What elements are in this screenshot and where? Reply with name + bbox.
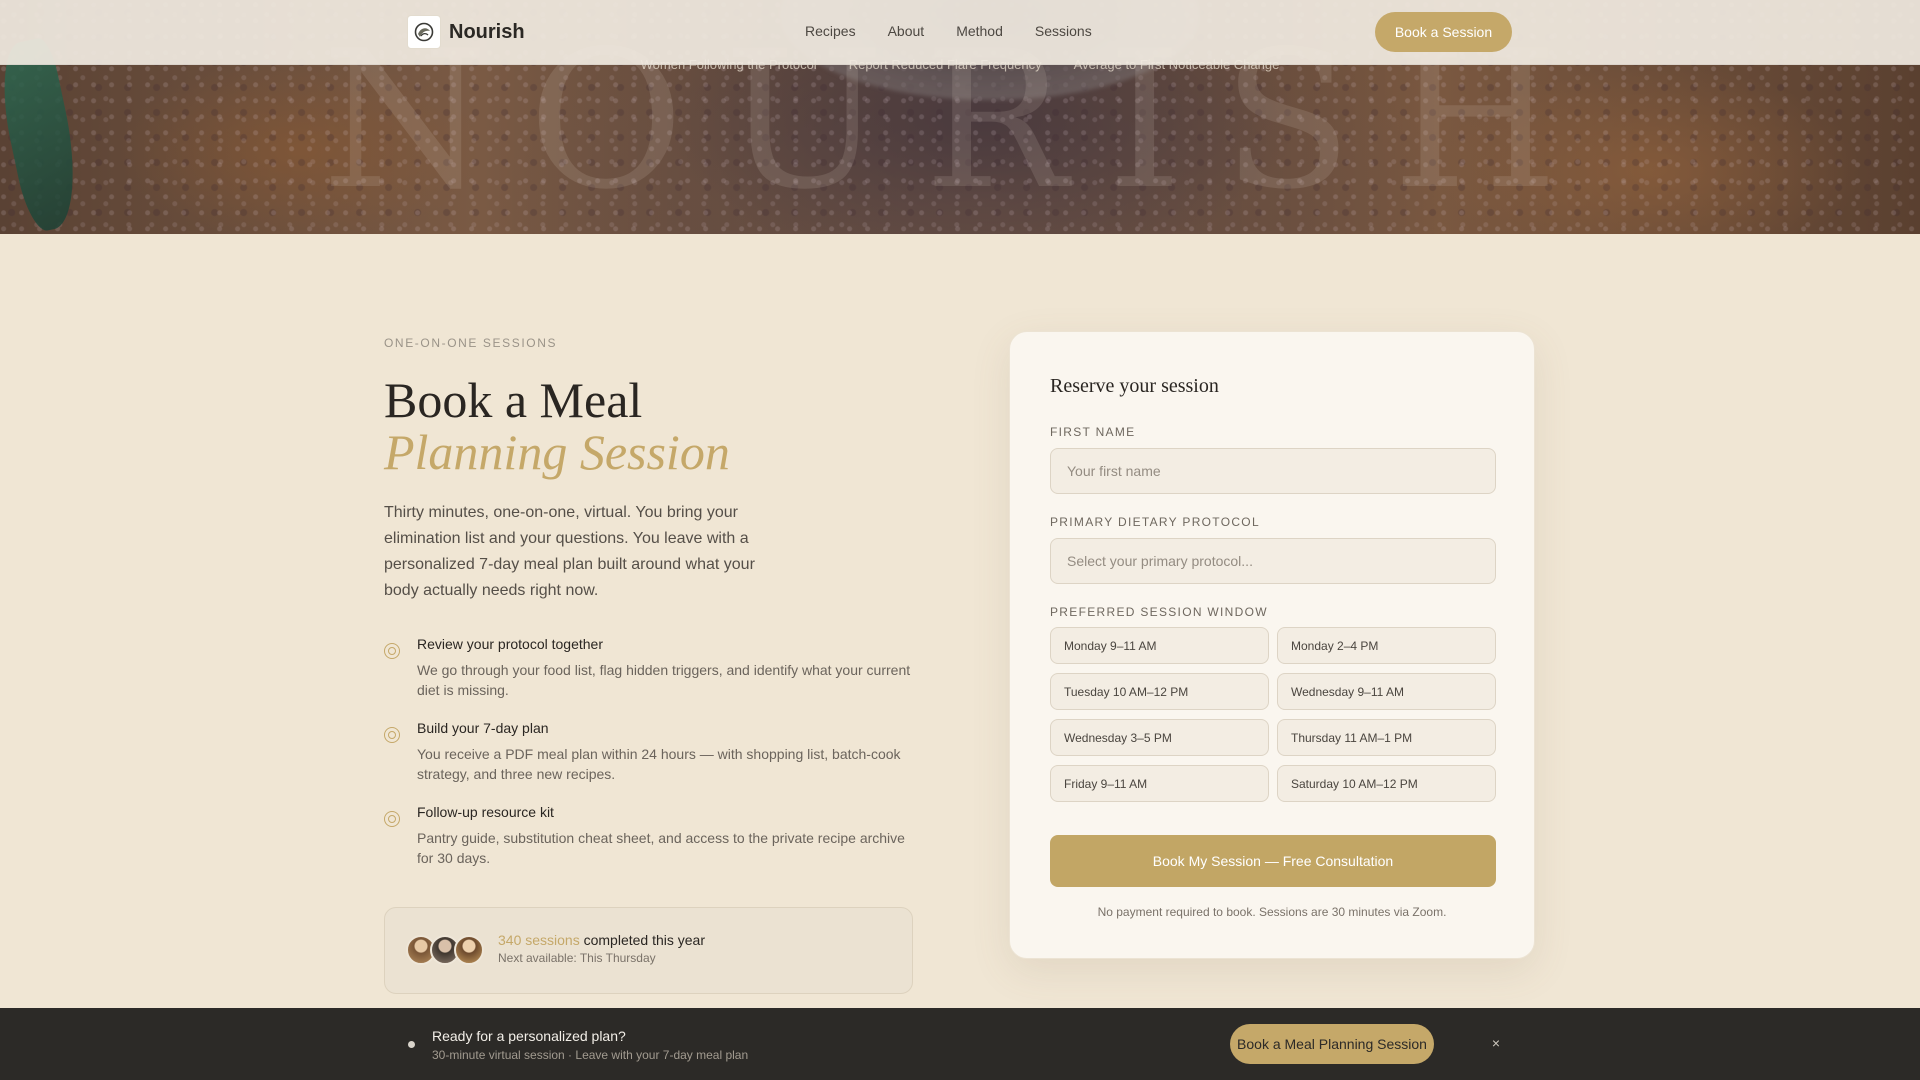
feature-title: Review your protocol together bbox=[417, 636, 603, 652]
reservation-form: Reserve your session FIRST NAME PRIMARY … bbox=[1009, 331, 1535, 959]
session-slot[interactable]: Friday 9–11 AM bbox=[1050, 765, 1269, 802]
feature-description: Pantry guide, substitution cheat sheet, … bbox=[417, 830, 905, 866]
leaf-swirl-icon bbox=[407, 15, 441, 49]
cta-bar-title: Ready for a personalized plan? bbox=[432, 1028, 626, 1044]
next-available: Next available: This Thursday bbox=[498, 951, 656, 965]
nav-sessions[interactable]: Sessions bbox=[1035, 23, 1092, 39]
session-slot[interactable]: Monday 2–4 PM bbox=[1277, 627, 1496, 664]
form-fine-print: No payment required to book. Sessions ar… bbox=[1097, 905, 1447, 919]
nav-about[interactable]: About bbox=[888, 23, 925, 39]
page-title-accent: Planning Session bbox=[384, 424, 730, 480]
main-nav: Recipes About Method Sessions bbox=[805, 23, 1092, 39]
feature-title: Build your 7-day plan bbox=[417, 720, 549, 736]
form-title: Reserve your session bbox=[1050, 375, 1219, 397]
brand-name: Nourish bbox=[449, 20, 525, 43]
avatar bbox=[454, 935, 484, 965]
nav-recipes[interactable]: Recipes bbox=[805, 23, 856, 39]
session-slot[interactable]: Thursday 11 AM–1 PM bbox=[1277, 719, 1496, 756]
first-name-input[interactable] bbox=[1050, 448, 1496, 494]
sessions-count-line: 340 sessions completed this year bbox=[498, 932, 705, 948]
sticky-cta-bar: Ready for a personalized plan? 30-minute… bbox=[0, 1008, 1920, 1080]
session-slot[interactable]: Saturday 10 AM–12 PM bbox=[1277, 765, 1496, 802]
session-window-label: PREFERRED SESSION WINDOW bbox=[1050, 605, 1268, 619]
feature-description: We go through your food list, flag hidde… bbox=[417, 662, 911, 698]
protocol-select[interactable]: Select your primary protocol... bbox=[1050, 538, 1496, 584]
session-slot[interactable]: Tuesday 10 AM–12 PM bbox=[1050, 673, 1269, 710]
book-my-session-button[interactable]: Book My Session — Free Consultation bbox=[1050, 835, 1496, 887]
target-circle-icon bbox=[384, 727, 400, 743]
section-eyebrow: ONE-ON-ONE SESSIONS bbox=[384, 336, 558, 350]
page-title: Book a Meal bbox=[384, 372, 643, 428]
sessions-count-suffix: completed this year bbox=[579, 932, 706, 948]
target-circle-icon bbox=[384, 811, 400, 827]
feature-description: You receive a PDF meal plan within 24 ho… bbox=[417, 746, 901, 782]
sessions-count: 340 sessions bbox=[498, 932, 580, 948]
status-dot-icon bbox=[408, 1041, 415, 1048]
protocol-label: PRIMARY DIETARY PROTOCOL bbox=[1050, 515, 1260, 529]
intro-description: Thirty minutes, one-on-one, virtual. You… bbox=[384, 504, 755, 599]
book-meal-planning-button[interactable]: Book a Meal Planning Session bbox=[1230, 1024, 1434, 1064]
book-session-button[interactable]: Book a Session bbox=[1375, 12, 1512, 52]
cta-bar-subtitle: 30-minute virtual session · Leave with y… bbox=[432, 1048, 749, 1062]
target-circle-icon bbox=[384, 643, 400, 659]
site-header: Nourish Recipes About Method Sessions Bo… bbox=[0, 0, 1920, 65]
first-name-label: FIRST NAME bbox=[1050, 425, 1136, 439]
brand-logo[interactable]: Nourish bbox=[407, 15, 525, 49]
avatar-stack bbox=[406, 935, 484, 965]
nav-method[interactable]: Method bbox=[956, 23, 1003, 39]
session-slot[interactable]: Wednesday 9–11 AM bbox=[1277, 673, 1496, 710]
close-icon[interactable]: × bbox=[1487, 1034, 1505, 1052]
social-proof-card: 340 sessions completed this year Next av… bbox=[384, 907, 913, 994]
session-slot[interactable]: Wednesday 3–5 PM bbox=[1050, 719, 1269, 756]
session-slot[interactable]: Monday 9–11 AM bbox=[1050, 627, 1269, 664]
feature-title: Follow-up resource kit bbox=[417, 804, 554, 820]
